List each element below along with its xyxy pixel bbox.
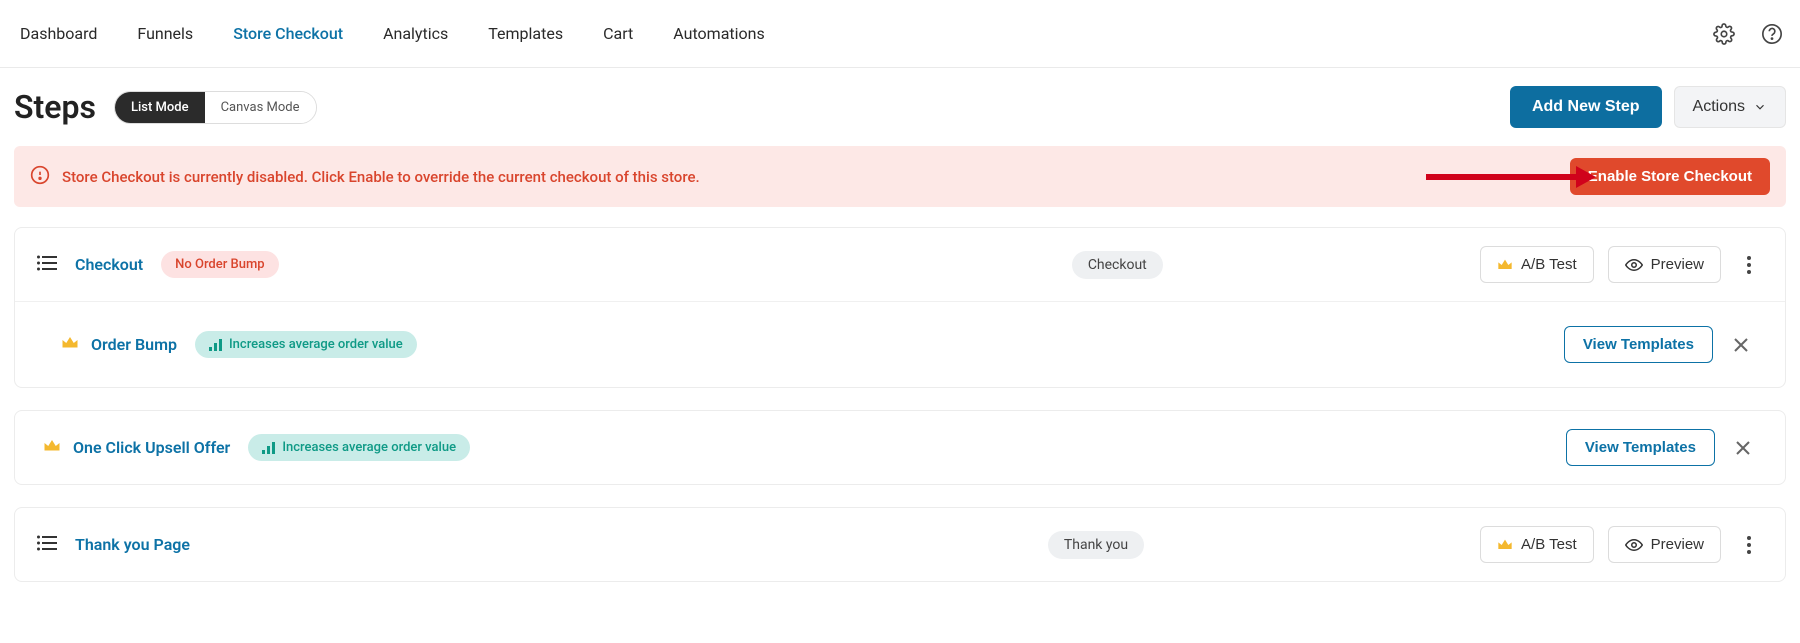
ab-test-button[interactable]: A/B Test [1480, 246, 1594, 283]
annotation-arrow-icon [1426, 162, 1596, 192]
view-templates-button[interactable]: View Templates [1566, 429, 1715, 466]
page-header: Steps List Mode Canvas Mode Add New Step… [0, 68, 1800, 146]
mode-switch: List Mode Canvas Mode [114, 91, 317, 124]
step-upsell-link[interactable]: One Click Upsell Offer [73, 438, 230, 457]
add-new-step-button[interactable]: Add New Step [1510, 86, 1662, 128]
list-mode-button[interactable]: List Mode [115, 92, 205, 123]
canvas-mode-button[interactable]: Canvas Mode [205, 92, 316, 123]
step-thankyou-link[interactable]: Thank you Page [75, 535, 190, 554]
chart-bar-icon [209, 339, 223, 351]
gear-icon[interactable] [1706, 16, 1742, 52]
nav-store-checkout[interactable]: Store Checkout [213, 0, 363, 68]
actions-button[interactable]: Actions [1674, 86, 1786, 128]
crown-icon [1497, 258, 1513, 272]
chevron-down-icon [1753, 100, 1767, 114]
more-options-button[interactable] [1735, 531, 1763, 559]
enable-store-checkout-button[interactable]: Enable Store Checkout [1570, 158, 1770, 195]
close-icon[interactable] [1727, 331, 1755, 359]
alert-text: Store Checkout is currently disabled. Cl… [62, 168, 1570, 186]
eye-icon [1625, 258, 1643, 272]
nav-automations[interactable]: Automations [653, 0, 784, 68]
step-checkout-link[interactable]: Checkout [75, 255, 143, 274]
step-order-bump-link[interactable]: Order Bump [91, 335, 177, 354]
chart-bar-icon [262, 442, 276, 454]
nav-templates[interactable]: Templates [468, 0, 583, 68]
upsell-pill: Increases average order value [248, 434, 470, 461]
nav-funnels[interactable]: Funnels [117, 0, 213, 68]
ab-test-button[interactable]: A/B Test [1480, 526, 1594, 563]
drag-handle-icon[interactable] [37, 254, 57, 276]
drag-handle-icon[interactable] [37, 534, 57, 556]
preview-button[interactable]: Preview [1608, 246, 1721, 283]
step-type-badge: Checkout [1072, 251, 1163, 279]
alert-banner: Store Checkout is currently disabled. Cl… [14, 146, 1786, 207]
nav-dashboard[interactable]: Dashboard [0, 0, 117, 68]
view-templates-button[interactable]: View Templates [1564, 326, 1713, 363]
preview-button[interactable]: Preview [1608, 526, 1721, 563]
crown-icon [61, 335, 79, 355]
nav-analytics[interactable]: Analytics [363, 0, 468, 68]
crown-icon [1497, 538, 1513, 552]
top-nav: Dashboard Funnels Store Checkout Analyti… [0, 0, 1800, 68]
more-options-button[interactable] [1735, 251, 1763, 279]
step-card-thankyou: Thank you Page Thank you A/B Test Previe… [14, 507, 1786, 582]
order-bump-pill: Increases average order value [195, 331, 417, 358]
step-type-badge: Thank you [1048, 531, 1144, 559]
crown-icon [43, 438, 61, 458]
info-icon [30, 165, 50, 189]
step-card-checkout: Checkout No Order Bump Checkout A/B Test… [14, 227, 1786, 388]
help-icon[interactable] [1754, 16, 1790, 52]
nav-cart[interactable]: Cart [583, 0, 653, 68]
step-card-upsell: One Click Upsell Offer Increases average… [14, 410, 1786, 485]
page-title: Steps [14, 88, 96, 126]
eye-icon [1625, 538, 1643, 552]
no-order-bump-badge: No Order Bump [161, 251, 278, 278]
close-icon[interactable] [1729, 434, 1757, 462]
